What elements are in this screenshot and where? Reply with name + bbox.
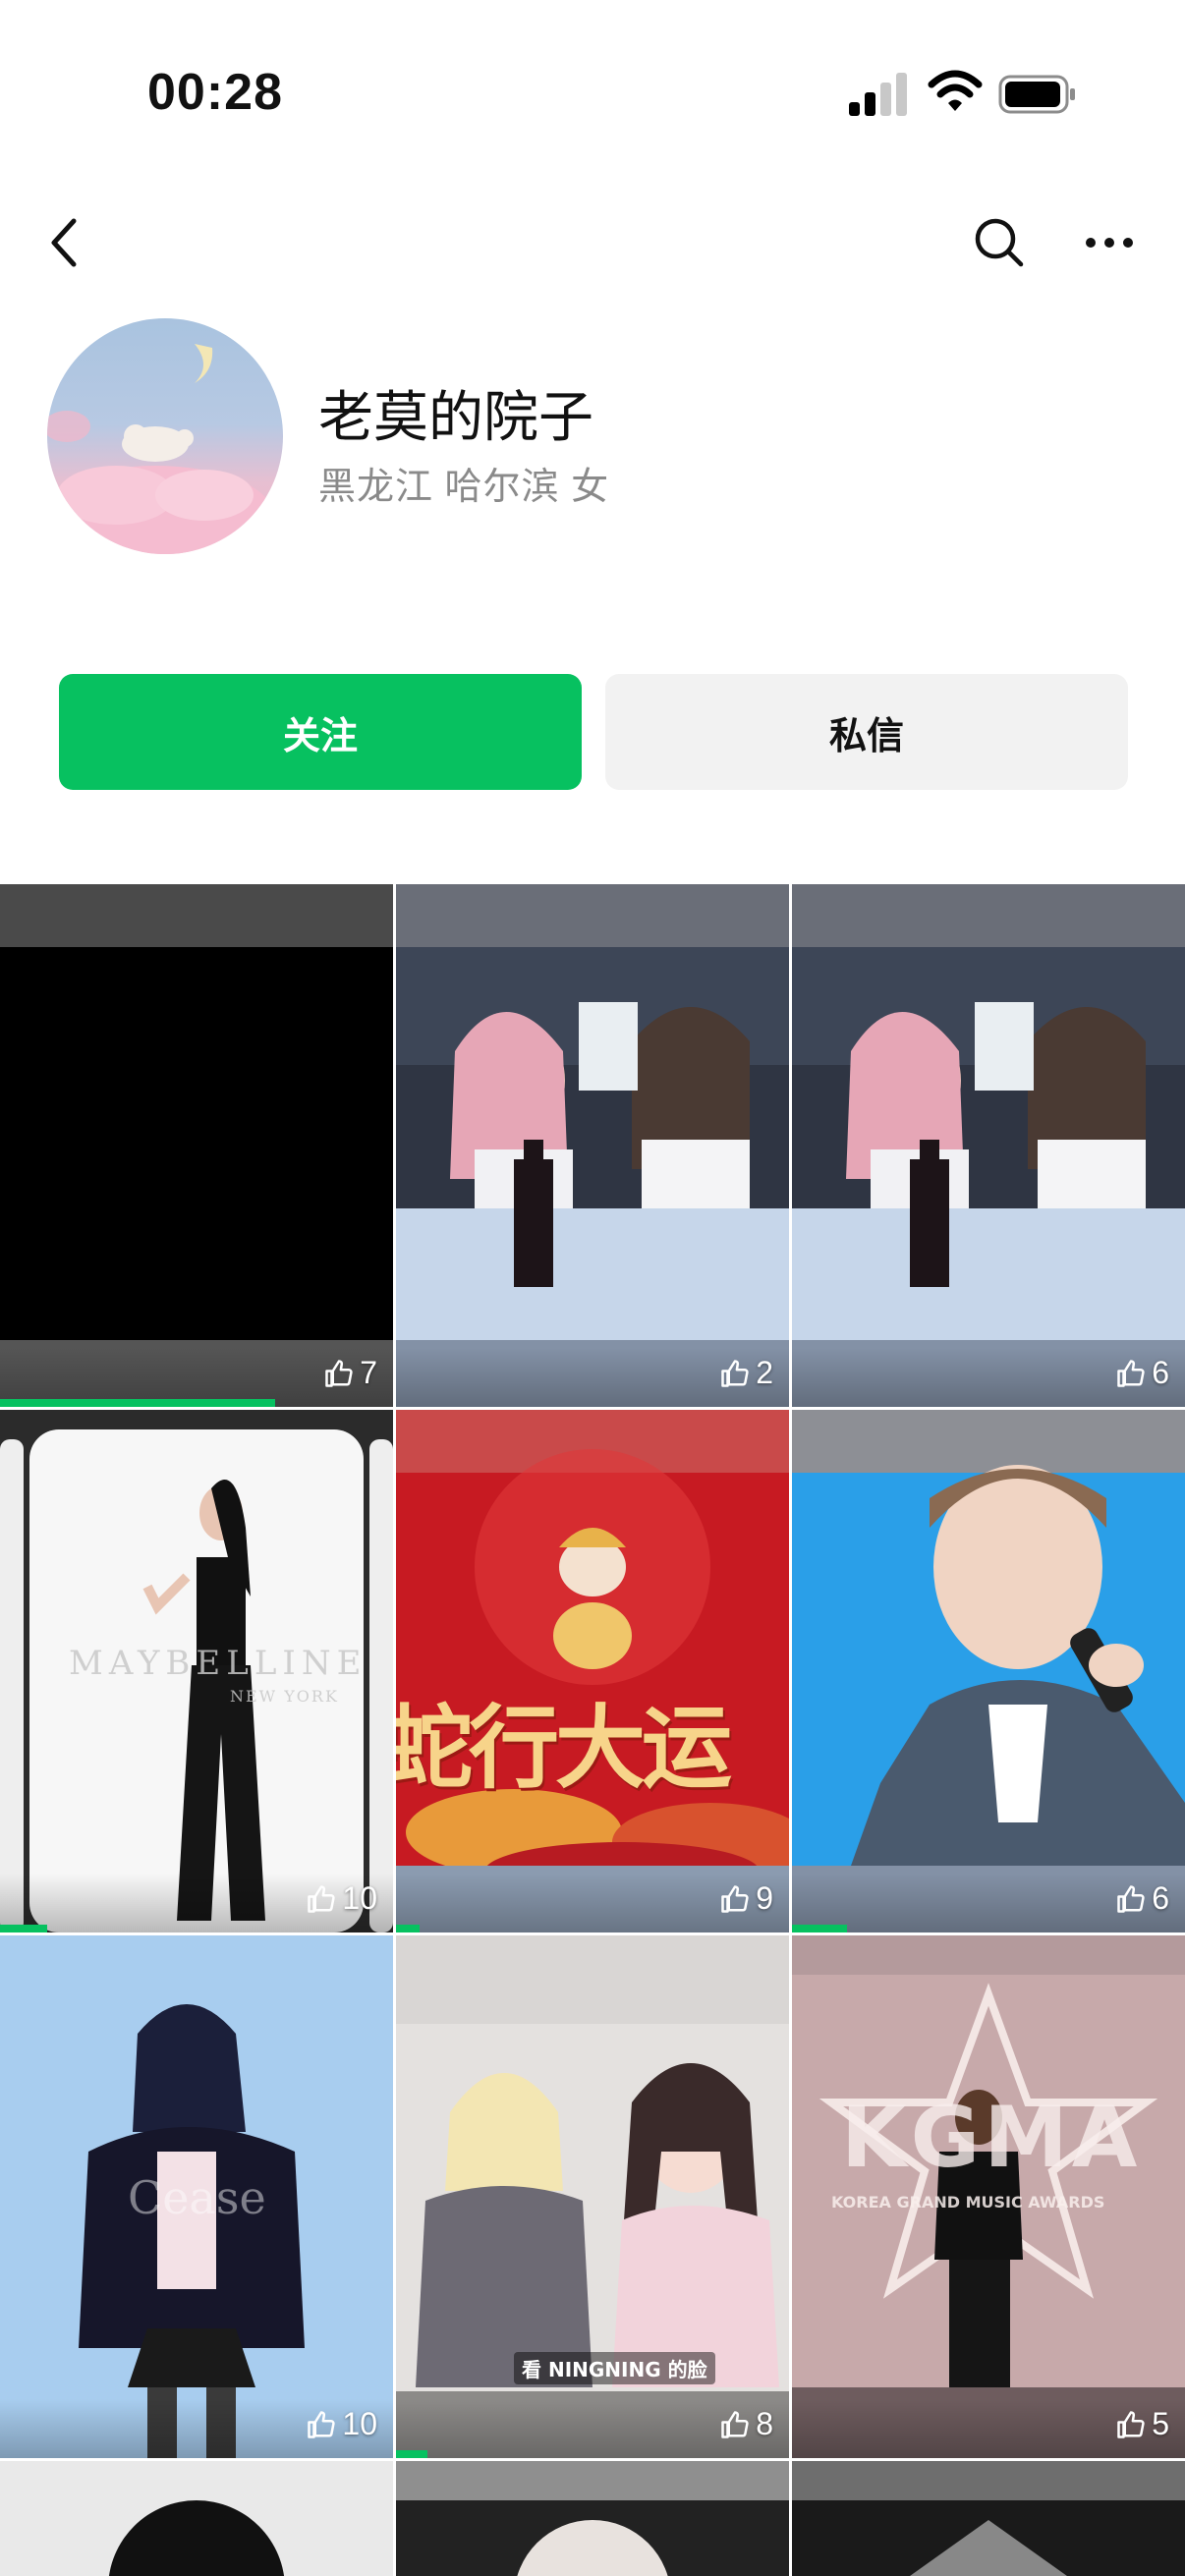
nav-bar xyxy=(0,187,1185,295)
video-tile[interactable]: 7 xyxy=(0,884,393,1407)
like-count-value: 9 xyxy=(756,1880,773,1916)
avatar[interactable] xyxy=(47,318,283,554)
thumbs-up-icon xyxy=(1117,2410,1145,2438)
video-tile[interactable] xyxy=(0,2461,393,2576)
video-tile[interactable]: 6 xyxy=(792,1410,1185,1932)
like-count-value: 2 xyxy=(756,1355,773,1390)
status-bar: 00:28 xyxy=(0,0,1185,187)
video-thumbnail xyxy=(0,884,393,1407)
like-count: 5 xyxy=(1116,2406,1169,2442)
like-count: 10 xyxy=(307,1880,377,1917)
search-button[interactable] xyxy=(965,208,1034,277)
video-thumbnail xyxy=(396,884,789,1407)
message-button[interactable]: 私信 xyxy=(605,674,1128,790)
like-count-value: 6 xyxy=(1152,1880,1169,1916)
profile-header: 老莫的院子 黑龙江 哈尔滨 女 xyxy=(0,314,1185,560)
thumbnail-overlay-text: MAYBELLINE xyxy=(69,1644,367,1683)
follow-button[interactable]: 关注 xyxy=(59,674,582,790)
video-tile[interactable]: KGMA KOREA GRAND MUSIC AWARDS 5 xyxy=(792,1935,1185,2458)
like-count: 6 xyxy=(1116,1355,1169,1391)
like-count: 10 xyxy=(307,2406,377,2442)
thumbnail-overlay-text: KGMA xyxy=(841,2089,1142,2187)
thumbnail-overlay-subtext: NEW YORK xyxy=(230,1687,339,1706)
video-tile[interactable]: Cease 10 xyxy=(0,1935,393,2458)
like-count-value: 6 xyxy=(1152,1355,1169,1390)
search-icon xyxy=(975,218,1024,267)
video-tile[interactable] xyxy=(792,2461,1185,2576)
watch-progress-bar xyxy=(792,1925,847,1932)
watch-progress-bar xyxy=(396,2450,427,2458)
video-thumbnail xyxy=(0,2461,393,2576)
thumbs-up-icon xyxy=(721,1359,749,1387)
watch-progress-bar xyxy=(0,1925,47,1932)
like-count-value: 7 xyxy=(360,1355,377,1390)
like-count: 8 xyxy=(720,2406,773,2442)
like-count: 9 xyxy=(720,1880,773,1917)
thumbs-up-icon xyxy=(1117,1359,1145,1387)
more-button[interactable] xyxy=(1075,208,1144,277)
wifi-icon xyxy=(928,70,983,111)
like-count: 6 xyxy=(1116,1880,1169,1917)
thumbs-up-icon xyxy=(325,1359,353,1387)
thumbs-up-icon xyxy=(1117,1884,1145,1913)
video-thumbnail xyxy=(792,2461,1185,2576)
video-thumbnail xyxy=(792,884,1185,1407)
video-tile[interactable]: 看 NINGNING 的脸 8 xyxy=(396,1935,789,2458)
like-count-value: 5 xyxy=(1152,2406,1169,2441)
video-tile[interactable]: 6 xyxy=(792,884,1185,1407)
watch-progress-bar xyxy=(0,1399,275,1407)
like-count: 2 xyxy=(720,1355,773,1391)
watch-progress-bar xyxy=(396,1925,420,1932)
status-time: 00:28 xyxy=(147,64,283,121)
thumbs-up-icon xyxy=(308,2410,336,2438)
video-tile[interactable]: 2 xyxy=(396,884,789,1407)
video-thumbnail xyxy=(396,1410,789,1932)
back-button[interactable] xyxy=(29,208,98,277)
thumbnail-overlay-text: Cease xyxy=(128,2171,266,2224)
cellular-signal-icon xyxy=(849,73,908,116)
video-tile[interactable]: MAYBELLINE NEW YORK 10 xyxy=(0,1410,393,1932)
profile-location-gender: 黑龙江 哈尔滨 女 xyxy=(318,467,610,508)
thumbs-up-icon xyxy=(308,1884,336,1913)
battery-icon xyxy=(998,75,1075,114)
like-count-value: 8 xyxy=(756,2406,773,2441)
like-count-value: 10 xyxy=(342,1880,377,1916)
video-grid: 7 2 6 MAYBELLINE NEW YORK 10 蛇行大运 9 6 Ce… xyxy=(0,884,1185,2576)
video-tile[interactable]: 蛇行大运 9 xyxy=(396,1410,789,1932)
thumbs-up-icon xyxy=(721,1884,749,1913)
thumbnail-caption: 看 NINGNING 的脸 xyxy=(514,2352,715,2384)
thumbs-up-icon xyxy=(721,2410,749,2438)
thumbnail-overlay-text: 蛇行大运 xyxy=(396,1695,732,1801)
thumbnail-overlay-subtext: KOREA GRAND MUSIC AWARDS xyxy=(831,2193,1105,2212)
more-horizontal-icon xyxy=(1086,238,1133,248)
video-tile[interactable] xyxy=(396,2461,789,2576)
profile-name: 老莫的院子 xyxy=(318,386,593,448)
chevron-left-icon xyxy=(51,218,77,267)
video-thumbnail xyxy=(396,2461,789,2576)
like-count: 7 xyxy=(324,1355,377,1391)
avatar-image xyxy=(47,344,273,554)
video-thumbnail xyxy=(792,1410,1185,1932)
like-count-value: 10 xyxy=(342,2406,377,2441)
